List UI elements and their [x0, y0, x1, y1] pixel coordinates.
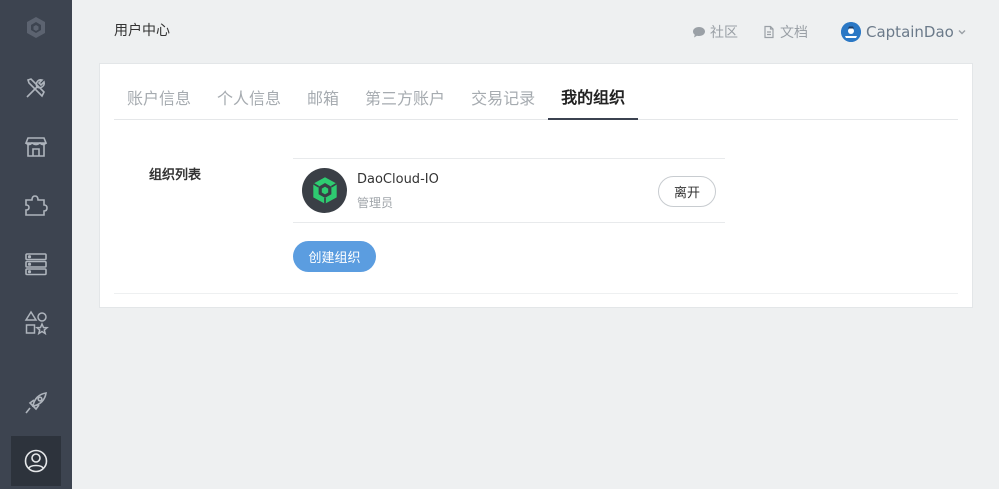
sidebar-item-tools[interactable]	[0, 63, 72, 113]
tab-third-party-accounts[interactable]: 第三方账户	[352, 63, 458, 119]
tab-account-info[interactable]: 账户信息	[114, 63, 204, 119]
sidebar	[0, 0, 72, 489]
community-link[interactable]: 社区	[692, 22, 738, 42]
document-icon	[764, 25, 774, 39]
docs-link[interactable]: 文档	[762, 22, 808, 42]
docs-label: 文档	[780, 25, 808, 41]
tab-email[interactable]: 邮箱	[294, 63, 352, 119]
sidebar-item-user-center[interactable]	[11, 436, 61, 486]
sidebar-item-home[interactable]	[0, 3, 72, 53]
sidebar-item-store[interactable]	[0, 122, 72, 172]
user-circle-icon	[24, 449, 48, 473]
community-label: 社区	[710, 25, 738, 41]
tab-personal-info[interactable]: 个人信息	[204, 63, 294, 119]
chat-bubble-icon	[693, 27, 705, 38]
chevron-down-icon	[958, 30, 966, 35]
top-links: 社区 文档 CaptainDao	[692, 22, 967, 42]
sidebar-item-deploy[interactable]	[0, 378, 72, 428]
org-list-label: 组织列表	[149, 168, 202, 183]
username: CaptainDao	[866, 23, 954, 41]
create-org-button[interactable]: 创建组织	[293, 241, 376, 272]
tab-transactions[interactable]: 交易记录	[458, 63, 548, 119]
sidebar-item-servers[interactable]	[0, 239, 72, 289]
org-name: DaoCloud-IO	[357, 172, 439, 187]
leave-org-button[interactable]: 离开	[658, 176, 716, 207]
shapes-icon	[24, 310, 49, 336]
page-title: 用户中心	[114, 23, 170, 39]
avatar	[841, 22, 861, 42]
tab-bar: 账户信息 个人信息 邮箱 第三方账户 交易记录 我的组织	[114, 64, 958, 120]
store-icon	[24, 137, 48, 157]
sidebar-item-apps[interactable]	[0, 298, 72, 348]
daocloud-org-icon	[312, 176, 337, 204]
tools-icon	[26, 78, 45, 98]
rocket-icon	[25, 392, 47, 414]
org-logo	[302, 168, 347, 213]
user-menu[interactable]: CaptainDao	[841, 22, 967, 42]
main-card: 账户信息 个人信息 邮箱 第三方账户 交易记录 我的组织 组织列表 DaoClo…	[99, 63, 973, 308]
puzzle-icon	[25, 195, 48, 216]
tab-my-organizations[interactable]: 我的组织	[548, 64, 639, 120]
org-role: 管理员	[357, 196, 394, 210]
avatar-image-icon	[841, 22, 861, 42]
server-stack-icon	[25, 253, 47, 276]
org-list: DaoCloud-IO 管理员 离开	[293, 158, 725, 223]
sidebar-item-plugins[interactable]	[0, 180, 72, 230]
card-divider	[114, 293, 958, 294]
daocloud-logo-icon	[27, 17, 45, 38]
